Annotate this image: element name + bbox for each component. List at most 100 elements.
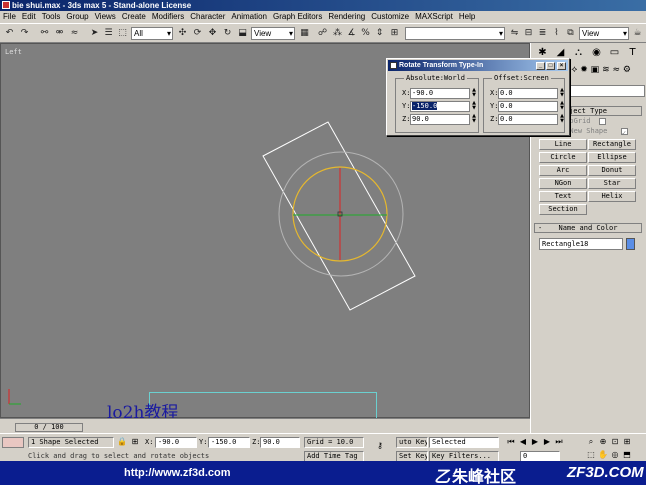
display-tab-icon[interactable]: ▭	[606, 45, 623, 61]
section-button[interactable]: Section	[539, 204, 587, 215]
off-x-spinner[interactable]: ▲ ▼	[559, 88, 565, 99]
scale-icon[interactable]: ⬓	[236, 27, 249, 40]
menu-animation[interactable]: Animation	[228, 11, 270, 23]
maximize-viewport-icon[interactable]: ⬒	[622, 450, 632, 460]
menu-edit[interactable]: Edit	[19, 11, 39, 23]
spacewarps-icon[interactable]: ≈	[612, 65, 620, 75]
zoom-all-icon[interactable]: ⊕	[598, 437, 608, 447]
rotate-active-icon[interactable]: ↻	[221, 27, 234, 40]
arc-button[interactable]: Arc	[539, 165, 587, 176]
start-new-shape-checkbox[interactable]: ✓	[621, 128, 628, 137]
shapes-icon[interactable]: ⟡	[571, 65, 577, 75]
select-arrow-icon[interactable]: ➤	[88, 27, 101, 40]
helpers-icon[interactable]: ≋	[602, 65, 610, 75]
angle-snap-icon[interactable]: ∡	[345, 27, 358, 40]
zoom-icon[interactable]: ⌕	[586, 437, 596, 447]
abs-y-spinner[interactable]: ▲ ▼	[471, 101, 477, 112]
dialog-title-bar[interactable]: Rotate Transform Type-In _ □ ×	[388, 60, 568, 71]
object-name-field[interactable]: Rectangle18	[539, 238, 623, 250]
motion-tab-icon[interactable]: ◉	[588, 45, 605, 61]
undo-icon[interactable]: ↶	[3, 27, 16, 40]
menu-group[interactable]: Group	[63, 11, 91, 23]
auto-key-button[interactable]: uto Key	[396, 437, 428, 448]
next-frame-icon[interactable]: ▶	[542, 437, 552, 447]
cameras-icon[interactable]: ▣	[591, 65, 600, 75]
time-slider[interactable]: 0 / 100	[15, 423, 83, 432]
lock-selection-icon[interactable]: 🔒	[117, 437, 127, 447]
snap-3d-icon[interactable]: ⁂	[331, 27, 344, 40]
select-rotate-icon[interactable]: ⟳	[191, 27, 204, 40]
menu-tools[interactable]: Tools	[39, 11, 64, 23]
y-coord-field[interactable]: -150.0	[208, 437, 250, 448]
go-to-end-icon[interactable]: ⏭	[554, 437, 564, 447]
line-button[interactable]: Line	[539, 139, 587, 150]
schematic-icon[interactable]: ⧉	[564, 27, 577, 40]
ngon-button[interactable]: NGon	[539, 178, 587, 189]
star-button[interactable]: Star	[588, 178, 636, 189]
close-icon[interactable]: ×	[557, 62, 566, 70]
key-icon[interactable]: ⚷	[373, 441, 387, 451]
menu-file[interactable]: File	[0, 11, 19, 23]
menu-maxscript[interactable]: MAXScript	[412, 11, 456, 23]
circle-button[interactable]: Circle	[539, 152, 587, 163]
layer-icon[interactable]: ≣	[536, 27, 549, 40]
zoom-extents-all-icon[interactable]: ⊞	[622, 437, 632, 447]
named-selection-set-select[interactable]	[405, 27, 505, 40]
lights-icon[interactable]: ✹	[580, 65, 588, 75]
text-button[interactable]: Text	[539, 191, 587, 202]
redo-icon[interactable]: ↷	[18, 27, 31, 40]
region-zoom-icon[interactable]: ⬚	[586, 450, 596, 460]
curve-editor-icon[interactable]: ⌇	[550, 27, 563, 40]
off-x-input[interactable]: 0.0	[498, 88, 558, 99]
object-color-swatch[interactable]	[626, 238, 635, 250]
utilities-tab-icon[interactable]: T	[624, 45, 641, 61]
bind-space-warp-icon[interactable]: ≈	[68, 27, 81, 40]
menu-graph-editors[interactable]: Graph Editors	[270, 11, 325, 23]
selection-filter-select[interactable]: All	[131, 27, 173, 40]
rotate-gizmo-outer-circle[interactable]	[278, 151, 404, 277]
unlink-icon[interactable]: ⚮	[53, 27, 66, 40]
maximize-icon[interactable]: □	[546, 62, 555, 70]
select-move-icon[interactable]: ✣	[176, 27, 189, 40]
pan-icon[interactable]: ✋	[598, 450, 608, 460]
align-icon[interactable]: ⊟	[522, 27, 535, 40]
off-z-input[interactable]: 0.0	[498, 114, 558, 125]
abs-x-input[interactable]: -90.0	[410, 88, 470, 99]
mirror-icon[interactable]: ⇋	[508, 27, 521, 40]
menu-customize[interactable]: Customize	[368, 11, 412, 23]
autogrid-checkbox[interactable]	[599, 118, 606, 125]
manipulate-icon[interactable]: ☍	[316, 27, 329, 40]
ref-coord-select[interactable]: View	[251, 27, 295, 40]
select-move2-icon[interactable]: ✥	[206, 27, 219, 40]
donut-button[interactable]: Donut	[588, 165, 636, 176]
select-by-name-icon[interactable]: ☰	[102, 27, 115, 40]
off-z-spinner[interactable]: ▲ ▼	[559, 114, 565, 125]
previous-frame-icon[interactable]: ◀	[518, 437, 528, 447]
ellipse-button[interactable]: Ellipse	[588, 152, 636, 163]
hierarchy-tab-icon[interactable]: ⛬	[570, 45, 587, 61]
footer-url[interactable]: http://www.zf3d.com	[124, 467, 231, 479]
menu-character[interactable]: Character	[187, 11, 228, 23]
abs-z-input[interactable]: 90.0	[410, 114, 470, 125]
rectangle-button[interactable]: Rectangle	[588, 139, 636, 150]
view-select[interactable]: View	[579, 27, 629, 40]
maxscript-listener-swatch[interactable]	[2, 437, 24, 448]
named-selection-icon[interactable]: ⊞	[388, 27, 401, 40]
menu-rendering[interactable]: Rendering	[325, 11, 368, 23]
abs-z-spinner[interactable]: ▲ ▼	[471, 114, 477, 125]
play-icon[interactable]: ▶	[530, 437, 540, 447]
percent-snap-icon[interactable]: %	[359, 27, 372, 40]
x-coord-field[interactable]: -90.0	[155, 437, 197, 448]
link-icon[interactable]: ⚯	[38, 27, 51, 40]
helix-button[interactable]: Helix	[588, 191, 636, 202]
category-dropdown[interactable]: s	[561, 85, 645, 97]
arc-rotate-icon[interactable]: ◎	[610, 450, 620, 460]
menu-help[interactable]: Help	[456, 11, 478, 23]
abs-y-input[interactable]: -150.0	[410, 101, 470, 112]
spinner-snap-icon[interactable]: ⇕	[373, 27, 386, 40]
menu-views[interactable]: Views	[92, 11, 119, 23]
key-mode-select[interactable]: Selected	[429, 437, 499, 448]
menu-modifiers[interactable]: Modifiers	[149, 11, 187, 23]
minimize-icon[interactable]: _	[536, 62, 545, 70]
go-to-start-icon[interactable]: ⏮	[506, 437, 516, 447]
